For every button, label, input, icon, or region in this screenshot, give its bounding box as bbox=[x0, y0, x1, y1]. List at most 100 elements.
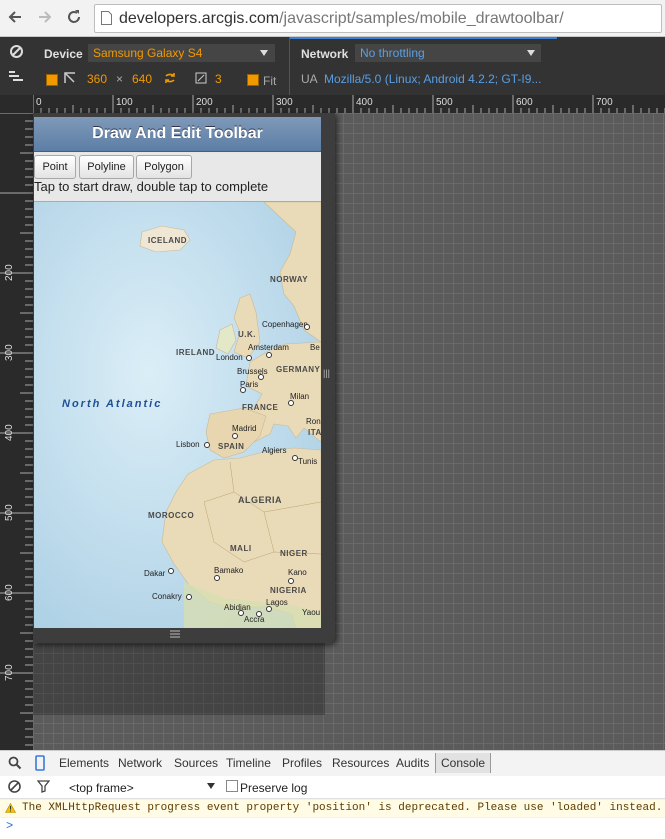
back-button[interactable] bbox=[4, 6, 26, 28]
tab-console-active[interactable]: Console bbox=[435, 753, 491, 773]
app-header: Draw And Edit Toolbar bbox=[34, 117, 321, 152]
url-path: /javascript/samples/mobile_drawtoolbar/ bbox=[279, 10, 564, 27]
city-marker bbox=[168, 568, 174, 574]
tab-console: Console bbox=[441, 756, 486, 770]
resize-handle-horizontal[interactable] bbox=[170, 630, 184, 638]
city-label: Ron bbox=[306, 417, 321, 426]
warning-icon bbox=[5, 803, 16, 813]
resize-handle-vertical[interactable]: ||| bbox=[323, 368, 331, 378]
draw-toolbar: Point Polyline Polygon Tap to start draw… bbox=[34, 153, 321, 202]
ruler-label: 500 bbox=[436, 97, 453, 108]
device-mode-toolbar: Device Samsung Galaxy S4 360 × 640 3 Fit… bbox=[0, 37, 665, 95]
city-marker bbox=[186, 594, 192, 600]
ruler-label: 600 bbox=[4, 584, 15, 601]
city-label: Be bbox=[310, 343, 320, 352]
city-label: Amsterdam bbox=[248, 343, 289, 352]
city-label: Yaou bbox=[302, 608, 321, 617]
no-entry-icon[interactable] bbox=[10, 45, 23, 58]
country-label: ALGERIA bbox=[238, 495, 282, 505]
city-marker bbox=[304, 324, 310, 330]
city-marker bbox=[258, 374, 264, 380]
map-basemap bbox=[34, 202, 321, 628]
polygon-button[interactable]: Polygon bbox=[136, 155, 192, 179]
ruler-label: 700 bbox=[4, 664, 15, 681]
toolbar-divider bbox=[289, 37, 290, 95]
city-label: Algiers bbox=[262, 446, 287, 455]
city-label: Madrid bbox=[232, 424, 257, 433]
network-select[interactable]: No throttling bbox=[355, 44, 541, 62]
chevron-down-icon bbox=[527, 50, 535, 56]
inspect-search-icon[interactable] bbox=[8, 756, 22, 770]
ruler-corner bbox=[0, 95, 33, 113]
url-text: developers.arcgis.com/javascript/samples… bbox=[119, 10, 564, 28]
country-label: NIGERIA bbox=[270, 586, 307, 595]
page-icon bbox=[101, 11, 112, 25]
point-button[interactable]: Point bbox=[34, 155, 76, 179]
city-label: Copenhagen bbox=[262, 320, 308, 329]
city-label: Dakar bbox=[144, 569, 166, 578]
chevron-down-icon bbox=[207, 783, 215, 789]
reload-button[interactable] bbox=[63, 6, 85, 28]
ruler-label: 300 bbox=[276, 97, 293, 108]
country-label: ICELAND bbox=[148, 236, 188, 245]
fit-label: Fit bbox=[263, 74, 277, 88]
chevron-down-icon bbox=[260, 50, 268, 56]
city-label: Accra bbox=[244, 615, 265, 624]
tab-profiles[interactable]: Profiles bbox=[282, 756, 322, 770]
resize-corner-icon bbox=[64, 72, 75, 83]
height-input[interactable]: 640 bbox=[132, 72, 152, 86]
ruler-label: 200 bbox=[196, 97, 213, 108]
city-label: Lisbon bbox=[176, 440, 200, 449]
width-input[interactable]: 360 bbox=[87, 72, 107, 86]
country-label: MOROCCO bbox=[148, 511, 195, 520]
tab-resources[interactable]: Resources bbox=[332, 756, 389, 770]
city-label: London bbox=[216, 353, 243, 362]
city-label: Milan bbox=[290, 392, 310, 401]
filter-funnel-icon[interactable] bbox=[37, 780, 50, 793]
forward-button[interactable] bbox=[34, 6, 56, 28]
address-bar[interactable]: developers.arcgis.com/javascript/samples… bbox=[94, 4, 662, 33]
device-screen: Draw And Edit Toolbar Point Polyline Pol… bbox=[34, 117, 321, 628]
media-queries-icon[interactable] bbox=[8, 70, 24, 82]
city-marker bbox=[256, 611, 262, 617]
city-marker bbox=[288, 578, 294, 584]
draw-instruction: Tap to start draw, double tap to complet… bbox=[34, 179, 269, 194]
country-label: GERMANY bbox=[276, 365, 321, 374]
times-sign: × bbox=[116, 72, 124, 86]
console-output: The XMLHttpRequest progress event proper… bbox=[0, 799, 665, 839]
tab-network[interactable]: Network bbox=[118, 756, 162, 770]
clear-console-icon[interactable] bbox=[8, 780, 21, 793]
ruler-label: 300 bbox=[4, 344, 15, 361]
horizontal-ruler: 0 100 200 300 400 500 600 700 bbox=[33, 95, 665, 113]
map-view[interactable]: North Atlantic ICELAND NORWAY U.K. IRELA… bbox=[34, 202, 321, 628]
city-marker bbox=[266, 606, 272, 612]
city-label: Bamako bbox=[214, 566, 244, 575]
device-mode-icon[interactable] bbox=[35, 755, 45, 771]
city-marker bbox=[204, 442, 210, 448]
swap-dimensions-icon[interactable] bbox=[163, 71, 177, 85]
ruler-label: 700 bbox=[596, 97, 613, 108]
resolution-checkbox[interactable] bbox=[46, 74, 58, 86]
ruler-label: 600 bbox=[516, 97, 533, 108]
app-title: Draw And Edit Toolbar bbox=[92, 125, 263, 142]
vertical-ruler-ticks: 200 300 400 500 600 700 bbox=[0, 113, 33, 746]
ua-input[interactable]: Mozilla/5.0 (Linux; Android 4.2.2; GT-I9… bbox=[324, 72, 541, 86]
scale-input[interactable]: 3 bbox=[215, 72, 222, 86]
city-marker bbox=[288, 400, 294, 406]
frame-select[interactable]: <top frame> bbox=[69, 781, 134, 795]
console-filter-bar: <top frame> Preserve log bbox=[0, 776, 665, 799]
preserve-log-label: Preserve log bbox=[240, 781, 308, 795]
tab-audits[interactable]: Audits bbox=[396, 756, 429, 770]
ruler-label: 500 bbox=[4, 504, 15, 521]
city-marker bbox=[240, 387, 246, 393]
device-select[interactable]: Samsung Galaxy S4 bbox=[88, 44, 275, 62]
tab-elements[interactable]: Elements bbox=[59, 756, 109, 770]
preserve-log-checkbox[interactable] bbox=[226, 780, 238, 792]
console-prompt[interactable]: > bbox=[6, 819, 13, 833]
country-label: ITA bbox=[308, 428, 321, 437]
polyline-button[interactable]: Polyline bbox=[79, 155, 134, 179]
tab-timeline[interactable]: Timeline bbox=[226, 756, 271, 770]
fit-checkbox[interactable] bbox=[247, 74, 259, 86]
ua-label: UA bbox=[301, 72, 318, 86]
tab-sources[interactable]: Sources bbox=[174, 756, 218, 770]
